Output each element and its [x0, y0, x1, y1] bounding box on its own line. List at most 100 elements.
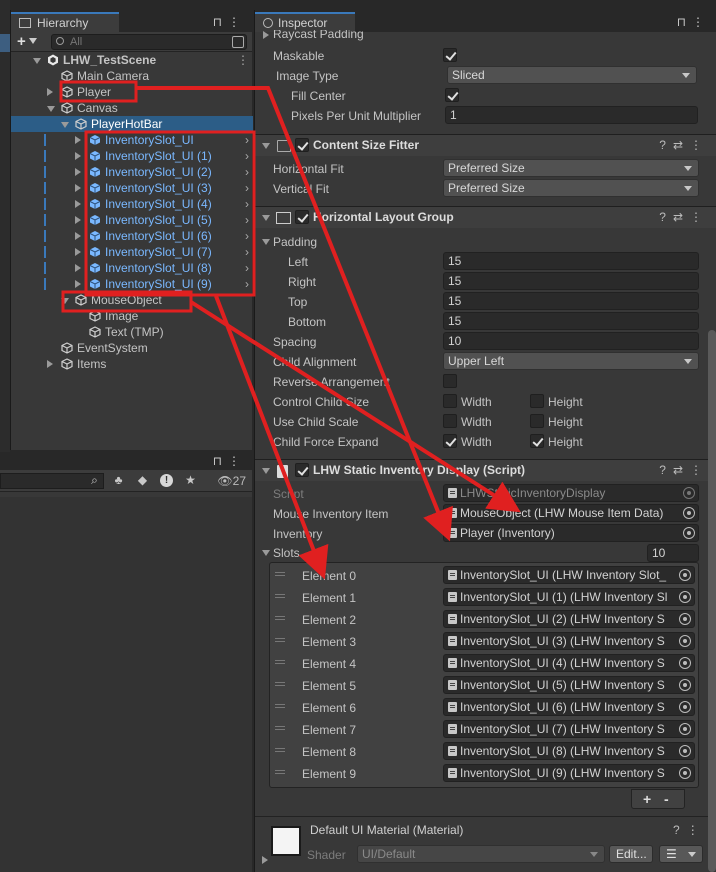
hierarchy-item[interactable]: Items [11, 356, 253, 372]
hierarchy-item[interactable]: InventorySlot_UI (1) › [11, 148, 253, 164]
object-picker-icon[interactable] [679, 613, 691, 625]
collapsed-arrow-icon[interactable] [75, 136, 81, 144]
hierarchy-search-input[interactable]: All [51, 34, 247, 50]
more-menu-icon[interactable]: ⋮ [692, 15, 710, 29]
drag-handle-icon[interactable] [275, 572, 285, 576]
element-object-field[interactable]: InventorySlot_UI (2) (LHW Inventory S [443, 610, 695, 628]
element-object-field[interactable]: InventorySlot_UI (9) (LHW Inventory S [443, 764, 695, 782]
hidden-count[interactable]: 👁27 [217, 474, 246, 488]
inspector-tab[interactable]: Inspector [255, 12, 355, 32]
hierarchy-item[interactable]: InventorySlot_UI (9) › [11, 276, 253, 292]
expanded-arrow-icon[interactable] [47, 106, 55, 112]
hierarchy-item[interactable]: InventorySlot_UI (7) › [11, 244, 253, 260]
inventory-field[interactable]: Player (Inventory) [443, 524, 699, 542]
collapsed-arrow-icon[interactable] [75, 216, 81, 224]
vertical-fit-dropdown[interactable]: Preferred Size [443, 179, 699, 197]
horizontal-layout-group-header[interactable]: Horizontal Layout Group ?⇄⋮ [255, 206, 716, 228]
hierarchy-item[interactable]: InventorySlot_UI (4) › [11, 196, 253, 212]
drag-handle-icon[interactable] [275, 660, 285, 664]
open-prefab-chevron-icon[interactable]: › [245, 228, 249, 244]
padding-bottom-field[interactable]: 15 [443, 312, 699, 330]
scene-menu-icon[interactable]: ⋮ [237, 52, 249, 68]
hierarchy-item[interactable]: EventSystem [11, 340, 253, 356]
foldout-icon[interactable] [262, 215, 270, 221]
element-object-field[interactable]: InventorySlot_UI (7) (LHW Inventory S [443, 720, 695, 738]
padding-label[interactable]: Padding [273, 235, 317, 249]
open-prefab-chevron-icon[interactable]: › [245, 260, 249, 276]
padding-top-field[interactable]: 15 [443, 292, 699, 310]
object-picker-icon[interactable] [679, 569, 691, 581]
force-expand-height-checkbox[interactable] [530, 434, 544, 448]
component-menu-icons[interactable]: ?⇄⋮ [659, 463, 709, 477]
expanded-arrow-icon[interactable] [61, 298, 69, 304]
more-menu-icon[interactable]: ⋮ [690, 138, 709, 152]
collapsed-arrow-icon[interactable] [75, 152, 81, 160]
child-alignment-dropdown[interactable]: Upper Left [443, 352, 699, 370]
shader-dropdown[interactable]: UI/Default [357, 845, 605, 863]
raycast-foldout-icon[interactable] [263, 31, 269, 39]
expanded-arrow-icon[interactable] [33, 58, 41, 64]
drag-handle-icon[interactable] [275, 726, 285, 730]
expanded-arrow-icon[interactable] [61, 122, 69, 128]
hierarchy-item[interactable]: InventorySlot_UI › [11, 132, 253, 148]
open-prefab-chevron-icon[interactable]: › [245, 164, 249, 180]
element-object-field[interactable]: InventorySlot_UI (3) (LHW Inventory S [443, 632, 695, 650]
collapsed-arrow-icon[interactable] [75, 200, 81, 208]
maskable-checkbox[interactable] [443, 48, 457, 62]
presets-icon[interactable]: ⇄ [673, 138, 690, 152]
spacing-field[interactable]: 10 [443, 332, 699, 350]
more-menu-icon[interactable]: ⋮ [687, 823, 706, 837]
object-picker-icon[interactable] [679, 701, 691, 713]
slots-foldout-icon[interactable] [262, 550, 270, 556]
hierarchy-item[interactable]: InventorySlot_UI (8) › [11, 260, 253, 276]
control-size-width-checkbox[interactable] [443, 394, 457, 408]
hierarchy-tab-icons[interactable]: ⊓⋮ [213, 15, 246, 29]
lock-icon[interactable]: ⊓ [213, 15, 228, 29]
favorite-star-icon[interactable]: ★ [184, 474, 197, 487]
asset-type-icon[interactable]: ♣ [112, 474, 125, 487]
hierarchy-item[interactable]: InventorySlot_UI (5) › [11, 212, 253, 228]
script-enabled-checkbox[interactable] [295, 463, 309, 477]
collapsed-arrow-icon[interactable] [75, 264, 81, 272]
object-picker-icon[interactable] [683, 507, 695, 519]
object-picker-icon[interactable] [683, 527, 695, 539]
hierarchy-item[interactable]: InventorySlot_UI (2) › [11, 164, 253, 180]
lock-icon[interactable]: ⊓ [213, 454, 228, 468]
open-prefab-chevron-icon[interactable]: › [245, 212, 249, 228]
hierarchy-item[interactable]: InventorySlot_UI (3) › [11, 180, 253, 196]
hierarchy-tab[interactable]: Hierarchy [11, 12, 119, 32]
element-object-field[interactable]: InventorySlot_UI (8) (LHW Inventory S [443, 742, 695, 760]
drag-handle-icon[interactable] [275, 594, 285, 598]
remove-element-button[interactable]: - [664, 790, 669, 808]
element-object-field[interactable]: InventorySlot_UI (6) (LHW Inventory S [443, 698, 695, 716]
object-picker-icon[interactable] [679, 745, 691, 757]
help-icon[interactable]: ? [659, 138, 673, 152]
drag-handle-icon[interactable] [275, 682, 285, 686]
more-menu-icon[interactable]: ⋮ [690, 210, 709, 224]
component-menu-icons[interactable]: ?⇄⋮ [659, 138, 709, 152]
add-element-button[interactable]: + [643, 790, 651, 808]
reverse-arrangement-checkbox[interactable] [443, 374, 457, 388]
warning-icon[interactable]: ! [160, 474, 173, 487]
foldout-icon[interactable] [262, 468, 270, 474]
open-prefab-chevron-icon[interactable]: › [245, 132, 249, 148]
open-prefab-chevron-icon[interactable]: › [245, 180, 249, 196]
object-picker-icon[interactable] [679, 591, 691, 603]
csf-enabled-checkbox[interactable] [295, 138, 309, 152]
search-by-type-icon[interactable]: ⌕ [88, 474, 101, 487]
drag-handle-icon[interactable] [275, 704, 285, 708]
slots-count-field[interactable]: 10 [647, 544, 699, 562]
ppu-field[interactable]: 1 [445, 106, 698, 124]
hierarchy-item[interactable]: InventorySlot_UI (6) › [11, 228, 253, 244]
fill-center-checkbox[interactable] [445, 88, 459, 102]
help-icon[interactable]: ? [673, 823, 687, 837]
drag-handle-icon[interactable] [275, 616, 285, 620]
object-picker-icon[interactable] [679, 635, 691, 647]
hlg-enabled-checkbox[interactable] [295, 210, 309, 224]
use-scale-height-checkbox[interactable] [530, 414, 544, 428]
shader-menu-button[interactable]: ☰ [659, 845, 703, 863]
object-picker-icon[interactable] [679, 767, 691, 779]
foldout-icon[interactable] [262, 143, 270, 149]
collapsed-arrow-icon[interactable] [75, 232, 81, 240]
hierarchy-item[interactable]: Main Camera [11, 68, 253, 84]
